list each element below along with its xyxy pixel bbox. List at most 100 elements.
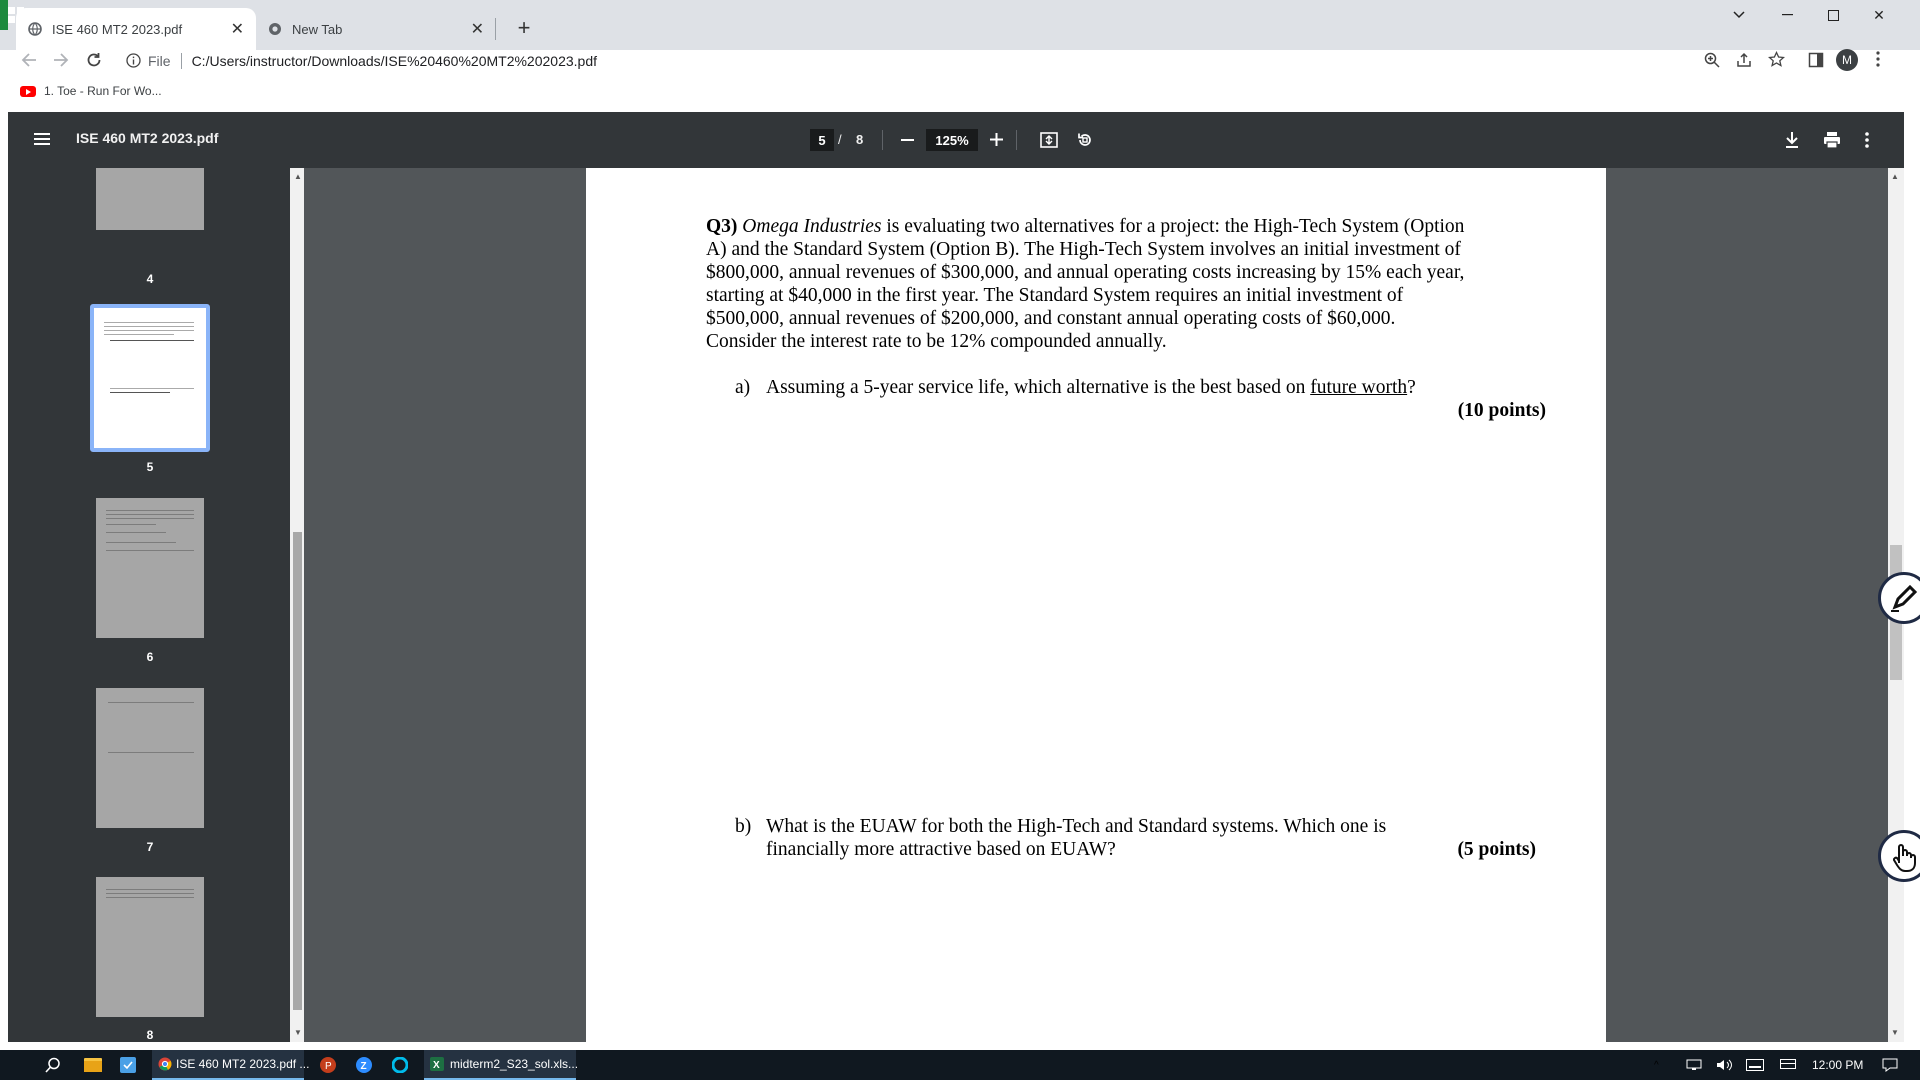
clock[interactable]: 12:00 PM (1812, 1050, 1863, 1080)
q3-line: $800,000, annual revenues of $300,000, a… (706, 262, 1465, 283)
pdf-title: ISE 460 MT2 2023.pdf (76, 130, 219, 146)
thumbnail-page-6[interactable] (96, 498, 204, 638)
thumbnail-page-4[interactable] (96, 168, 204, 230)
question-label: Q3) (706, 216, 738, 237)
part-b-line: What is the EUAW for both the High-Tech … (766, 816, 1387, 837)
page-count: 8 (856, 132, 864, 147)
url-text: C:/Users/instructor/Downloads/ISE%20460%… (191, 53, 597, 69)
maximize-button[interactable] (1810, 0, 1856, 30)
svg-text:X: X (433, 1060, 440, 1071)
page-number-input[interactable]: 5 (810, 129, 834, 151)
print-icon[interactable] (1823, 131, 1841, 149)
divider (1016, 130, 1017, 150)
forward-icon[interactable] (52, 52, 70, 68)
tab-new-tab[interactable]: New Tab ✕ (256, 8, 496, 50)
part-a-label: a) (735, 377, 751, 398)
file-explorer-icon[interactable] (84, 1050, 102, 1080)
taskbar-app-label: midterm2_S23_sol.xls... (450, 1057, 579, 1071)
zoom-icon[interactable] (1704, 52, 1720, 68)
taskbar-excel[interactable]: X midterm2_S23_sol.xls... (424, 1050, 579, 1080)
webex-icon[interactable] (392, 1050, 408, 1080)
zoom-out-icon[interactable] (901, 139, 914, 141)
bookmark-star-icon[interactable] (1768, 51, 1785, 68)
close-tab-icon[interactable]: ✕ (231, 19, 244, 39)
thumbnail-label: 4 (146, 272, 154, 286)
part-a-text-start: Assuming a 5-year service life, which al… (766, 377, 1311, 398)
scroll-up-arrow[interactable]: ▲ (294, 172, 302, 181)
side-panel-icon[interactable] (1808, 52, 1824, 68)
zoom-level-input[interactable]: 125% (926, 129, 978, 151)
bookmark-label: 1. Toe - Run For Wo... (44, 84, 162, 98)
q3-paragraph: Q3) Omega Industries is evaluating two a… (706, 215, 1526, 353)
url-scheme: File (148, 53, 171, 69)
taskbar-app-label: ISE 460 MT2 2023.pdf ... (176, 1057, 310, 1071)
thumbnail-label: 6 (146, 650, 154, 664)
app-icon[interactable] (120, 1050, 136, 1080)
q3-line: is evaluating two alternatives for a pro… (881, 216, 1465, 237)
reload-icon[interactable] (85, 51, 103, 69)
url-separator (180, 53, 182, 69)
more-options-icon[interactable] (1865, 132, 1869, 148)
divider (882, 130, 883, 150)
rotate-icon[interactable] (1076, 131, 1094, 149)
thumbnail-page-7[interactable] (96, 688, 204, 828)
part-b-line: financially more attractive based on EUA… (766, 839, 1116, 860)
display-icon[interactable] (1780, 1050, 1796, 1080)
minimize-button[interactable] (1764, 0, 1810, 30)
back-icon[interactable] (20, 52, 38, 68)
volume-icon[interactable] (1716, 1050, 1732, 1080)
share-icon[interactable] (1736, 52, 1752, 68)
bookmark-item[interactable]: 1. Toe - Run For Wo... (20, 84, 162, 98)
windows-start-icon[interactable] (8, 0, 24, 30)
company-name: Omega Industries (742, 216, 882, 237)
profile-avatar[interactable]: M (1836, 49, 1858, 71)
network-icon[interactable] (1686, 1050, 1702, 1080)
browser-menu-icon[interactable] (1876, 51, 1880, 67)
thumbnail-page-5[interactable] (90, 304, 210, 452)
zoom-app-icon[interactable]: Z (356, 1050, 372, 1080)
svg-text:Z: Z (361, 1061, 367, 1072)
part-a-underlined: future worth (1310, 377, 1408, 398)
close-window-button[interactable]: ✕ (1856, 0, 1902, 30)
scroll-down-arrow[interactable]: ▼ (1891, 1028, 1899, 1037)
pen-tool-button[interactable] (1878, 572, 1920, 624)
globe-icon (28, 22, 42, 36)
scroll-up-arrow[interactable]: ▲ (1891, 172, 1899, 181)
new-tab-button[interactable]: + (508, 12, 540, 44)
download-icon[interactable] (1784, 131, 1800, 149)
page-separator: / (838, 132, 842, 147)
menu-icon[interactable] (34, 132, 50, 146)
zoom-in-icon[interactable] (990, 133, 1003, 146)
thumbnail-sidebar: 4 5 6 7 8 (8, 168, 292, 1042)
thumbnail-page-8[interactable] (96, 877, 204, 1017)
close-tab-icon[interactable]: ✕ (471, 19, 484, 39)
search-icon[interactable] (45, 1050, 61, 1080)
thumbnail-label: 7 (146, 840, 154, 854)
powerpoint-icon[interactable]: P (320, 1050, 336, 1080)
q3-line: A) and the Standard System (Option B). T… (706, 239, 1461, 260)
scroll-down-arrow[interactable]: ▼ (294, 1028, 302, 1037)
taskbar-chrome-pdf[interactable]: ISE 460 MT2 2023.pdf ... (152, 1050, 309, 1080)
sidebar-scroll-thumb[interactable] (293, 532, 302, 1010)
youtube-icon (20, 85, 36, 97)
q3-line: starting at $40,000 in the first year. T… (706, 285, 1404, 306)
address-bar[interactable]: File C:/Users/instructor/Downloads/ISE%2… (148, 50, 597, 72)
site-info-icon[interactable] (126, 53, 141, 68)
part-a-text: Assuming a 5-year service life, which al… (766, 376, 1416, 399)
tab-search-icon[interactable] (1716, 0, 1762, 30)
tab-title: ISE 460 MT2 2023.pdf (52, 21, 183, 37)
part-b-points: (5 points) (1457, 839, 1536, 860)
notification-icon[interactable] (1882, 1050, 1898, 1080)
q3-line: $500,000, annual revenues of $200,000, a… (706, 308, 1396, 329)
tab-divider (495, 18, 496, 40)
tab-pdf[interactable]: ISE 460 MT2 2023.pdf ✕ (16, 8, 256, 50)
svg-text:P: P (325, 1061, 332, 1072)
window-edge (0, 0, 8, 30)
chevron-up-icon[interactable]: ^ (1654, 1050, 1659, 1080)
fit-page-icon[interactable] (1040, 131, 1058, 149)
pointer-tool-button[interactable] (1878, 830, 1920, 882)
pdf-toolbar: ISE 460 MT2 2023.pdf 5 / 8 125% (8, 112, 1904, 168)
part-a-points: (10 points) (1457, 400, 1546, 421)
thumbnail-label: 8 (146, 1028, 154, 1042)
keyboard-icon[interactable] (1746, 1050, 1764, 1080)
